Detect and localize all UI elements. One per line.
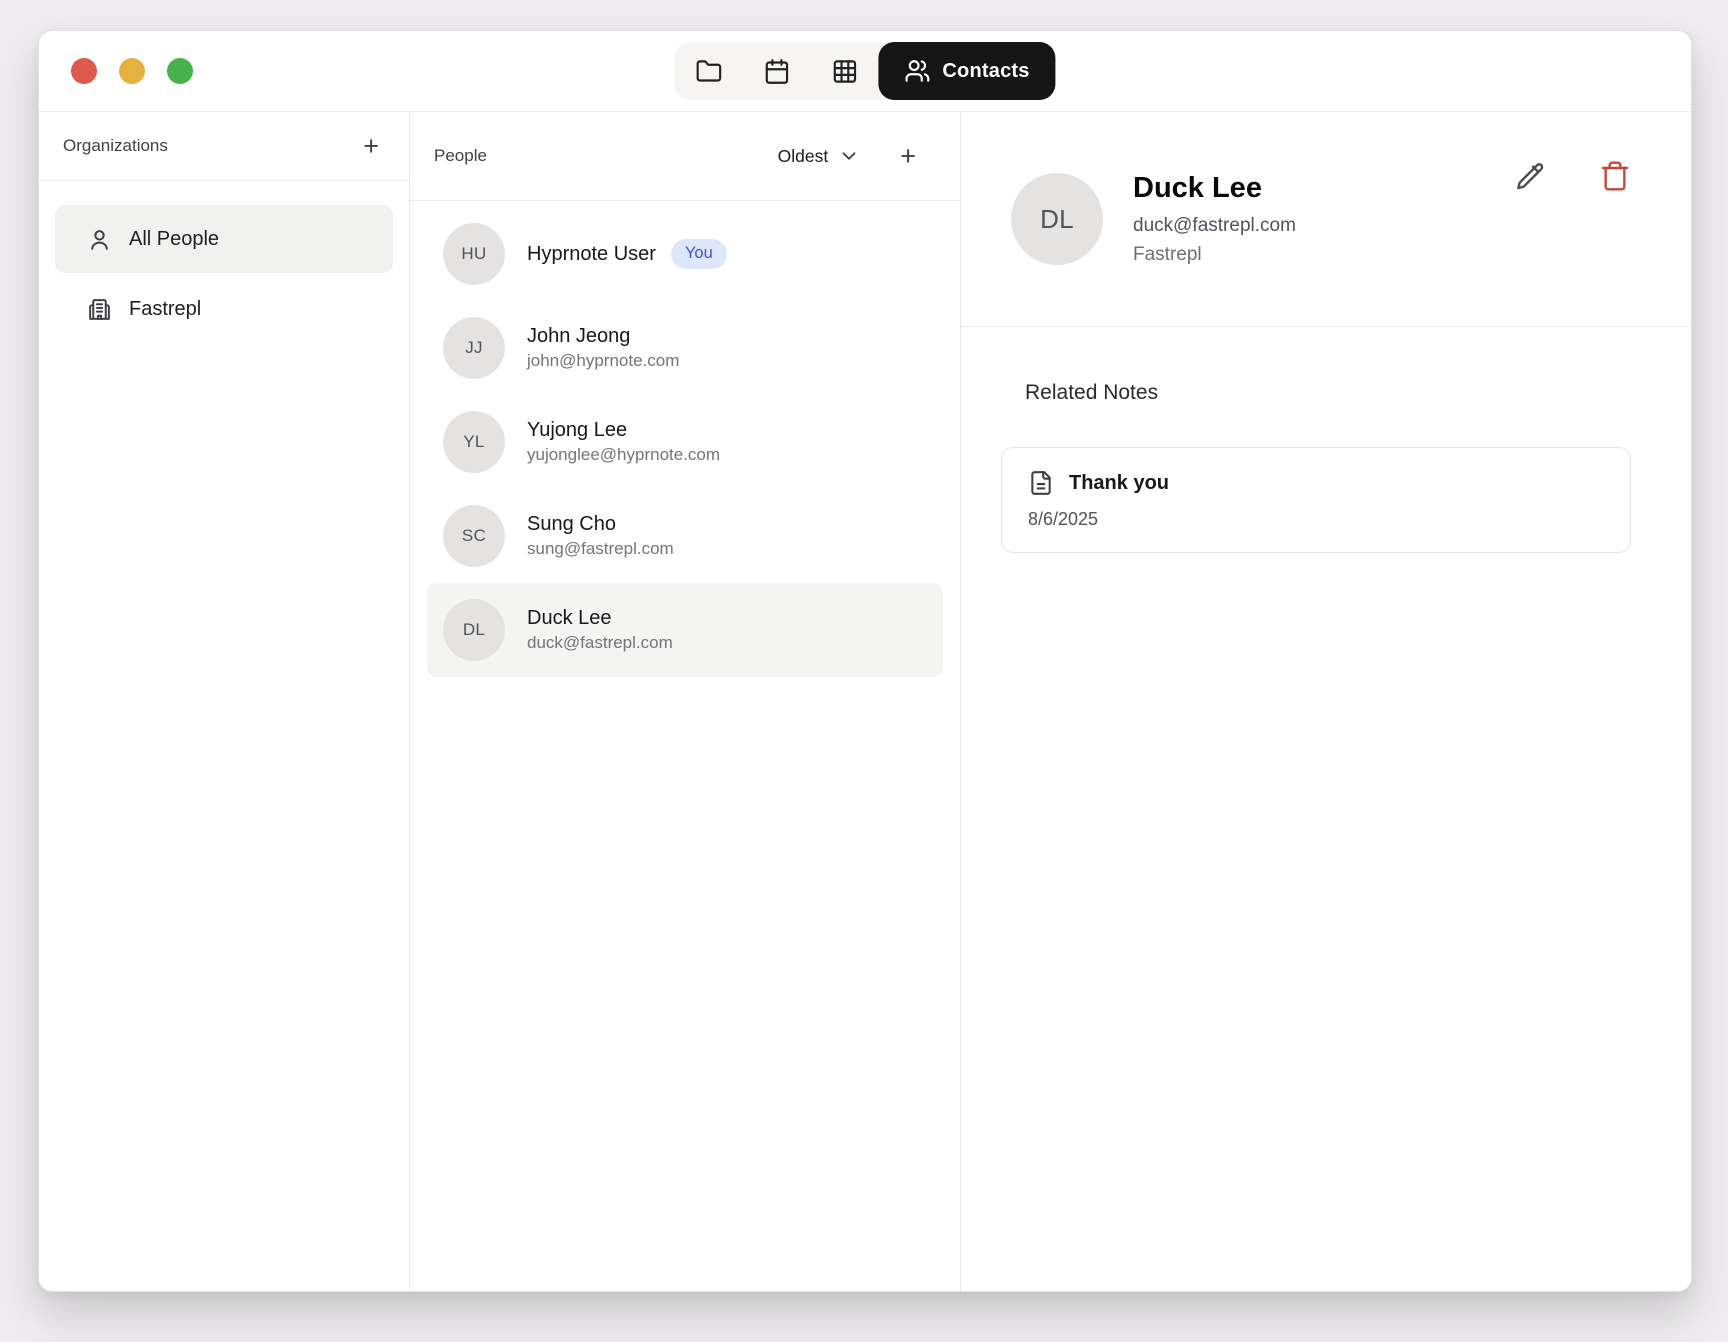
related-notes-title: Related Notes (1025, 381, 1631, 405)
titlebar: Contacts (39, 31, 1691, 112)
desktop-background: { "titlebar": { "traffic_lights": ["clos… (0, 0, 1728, 1342)
organizations-header: Organizations + (39, 112, 409, 181)
building-icon (87, 297, 112, 322)
contact-detail-panel: DL Duck Lee duck@fastrepl.com Fastrepl (961, 112, 1691, 1291)
person-row[interactable]: JJ John Jeong john@hyprnote.com (427, 301, 943, 395)
person-row[interactable]: DL Duck Lee duck@fastrepl.com (427, 583, 943, 677)
related-notes-list: Thank you 8/6/2025 (1001, 447, 1631, 553)
traffic-lights (71, 58, 193, 84)
calendar-view-button[interactable] (742, 42, 810, 100)
sort-dropdown[interactable]: Oldest (772, 144, 867, 168)
contact-detail-header: DL Duck Lee duck@fastrepl.com Fastrepl (961, 112, 1691, 327)
person-avatar: DL (443, 599, 505, 661)
person-avatar: HU (443, 223, 505, 285)
person-email: john@hyprnote.com (527, 351, 679, 371)
add-organization-button[interactable]: + (359, 131, 383, 162)
edit-contact-button[interactable] (1509, 156, 1549, 196)
calendar-icon (763, 58, 790, 85)
contact-info: Duck Lee duck@fastrepl.com Fastrepl (1133, 172, 1296, 265)
app-window: Contacts Organizations + All People Fast… (38, 30, 1692, 1292)
user-icon (87, 227, 112, 252)
person-avatar: JJ (443, 317, 505, 379)
person-email: sung@fastrepl.com (527, 539, 674, 559)
sidebar-item-fastrepl[interactable]: Fastrepl (55, 275, 393, 343)
person-name: John Jeong (527, 325, 630, 348)
person-name: Hyprnote User (527, 243, 656, 266)
person-name: Sung Cho (527, 513, 616, 536)
sort-label: Oldest (778, 146, 829, 167)
people-header: People Oldest + (410, 112, 960, 201)
close-button[interactable] (71, 58, 97, 84)
sidebar-item-label: Fastrepl (129, 298, 201, 321)
contacts-label: Contacts (942, 60, 1029, 83)
person-row[interactable]: HU Hyprnote User You (427, 207, 943, 301)
zoom-button[interactable] (167, 58, 193, 84)
people-list: HU Hyprnote User You JJ John Jeong john@… (410, 201, 960, 677)
organizations-sidebar: Organizations + All People Fastrepl (39, 112, 410, 1291)
contacts-view-button[interactable]: Contacts (878, 42, 1055, 100)
person-name: Yujong Lee (527, 419, 627, 442)
related-notes-section: Related Notes Thank you 8/6/2025 (961, 327, 1691, 553)
add-person-button[interactable]: + (896, 141, 920, 172)
notes-view-button[interactable] (674, 42, 742, 100)
contact-actions (1509, 156, 1635, 196)
contact-organization: Fastrepl (1133, 244, 1296, 266)
you-badge: You (671, 239, 727, 268)
person-avatar: YL (443, 411, 505, 473)
person-avatar: SC (443, 505, 505, 567)
person-row[interactable]: YL Yujong Lee yujonglee@hyprnote.com (427, 395, 943, 489)
file-text-icon (1028, 470, 1054, 496)
person-email: duck@fastrepl.com (527, 633, 673, 653)
person-row[interactable]: SC Sung Cho sung@fastrepl.com (427, 489, 943, 583)
person-email: yujonglee@hyprnote.com (527, 445, 720, 465)
table-view-button[interactable] (810, 42, 878, 100)
delete-contact-button[interactable] (1595, 156, 1635, 196)
view-switcher: Contacts (674, 42, 1055, 100)
people-title: People (434, 146, 487, 166)
organizations-list: All People Fastrepl (39, 181, 409, 343)
table-icon (831, 58, 858, 85)
pencil-icon (1513, 160, 1545, 192)
person-name: Duck Lee (527, 607, 612, 630)
chevron-down-icon (838, 145, 860, 167)
related-note-card[interactable]: Thank you 8/6/2025 (1001, 447, 1631, 553)
content-area: Organizations + All People Fastrepl Peop… (39, 112, 1691, 1291)
contact-email: duck@fastrepl.com (1133, 215, 1296, 237)
users-icon (904, 58, 930, 84)
folder-icon (695, 58, 722, 85)
contact-avatar: DL (1011, 173, 1103, 265)
minimize-button[interactable] (119, 58, 145, 84)
people-column: People Oldest + HU Hyprnote User You JJ (410, 112, 961, 1291)
contact-name: Duck Lee (1133, 172, 1296, 205)
note-title: Thank you (1069, 472, 1169, 495)
note-date: 8/6/2025 (1028, 509, 1604, 530)
organizations-title: Organizations (63, 136, 168, 156)
sidebar-item-all-people[interactable]: All People (55, 205, 393, 273)
sidebar-item-label: All People (129, 228, 219, 251)
trash-icon (1599, 160, 1631, 192)
